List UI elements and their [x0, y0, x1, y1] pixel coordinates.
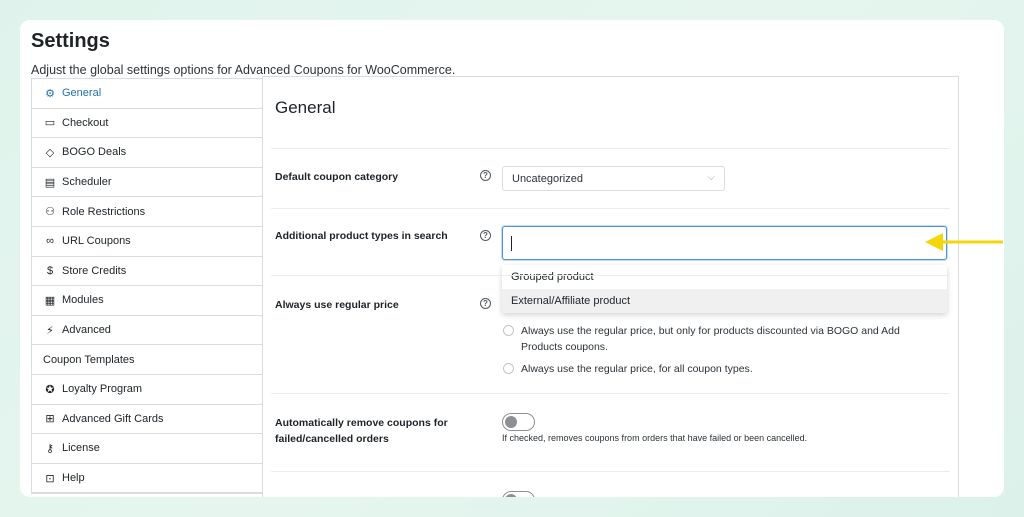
radio-button[interactable] — [503, 325, 514, 336]
sidebar-item-label: Modules — [62, 294, 104, 307]
settings-sidebar: ⚙ General ▭ Checkout ◇ BOGO Deals ▤ Sche… — [31, 78, 263, 495]
sidebar-item-loyalty-program[interactable]: ✪ Loyalty Program — [32, 375, 262, 405]
default-coupon-category-label: Default coupon category — [275, 171, 399, 183]
always-use-regular-price-label: Always use regular price — [275, 299, 399, 311]
bolt-icon: ⚡ — [46, 324, 54, 337]
help-icon[interactable]: ? — [480, 230, 491, 241]
product-types-search-input[interactable] — [502, 226, 947, 260]
section-title: General — [275, 98, 336, 117]
coin-icon: $ — [46, 264, 54, 277]
gift-icon: ⊞ — [45, 413, 55, 426]
auto-remove-toggle[interactable] — [502, 413, 535, 431]
sidebar-item-label: Advanced Gift Cards — [62, 412, 164, 425]
divider — [271, 208, 950, 209]
settings-card: Settings Adjust the global settings opti… — [20, 20, 1004, 497]
additional-product-types-label: Additional product types in search — [275, 230, 448, 242]
sidebar-item-label: License — [62, 442, 100, 455]
help-icon[interactable]: ? — [480, 170, 491, 181]
dropdown-option[interactable]: External/Affiliate product — [502, 289, 947, 313]
user-icon: ⚇ — [45, 206, 55, 219]
sidebar-item-general[interactable]: ⚙ General — [32, 79, 262, 109]
sidebar-item-label: Loyalty Program — [62, 383, 143, 396]
sidebar-item-label: BOGO Deals — [62, 146, 127, 159]
sidebar-item-store-credits[interactable]: $ Store Credits — [32, 257, 262, 287]
card-icon: ▭ — [44, 117, 56, 130]
help-icon[interactable]: ? — [480, 298, 491, 309]
sidebar-item-advanced-gift-cards[interactable]: ⊞ Advanced Gift Cards — [32, 405, 262, 435]
next-setting-toggle[interactable] — [502, 491, 535, 497]
sidebar-item-checkout[interactable]: ▭ Checkout — [32, 109, 262, 139]
arrow-pointer-icon — [925, 233, 1003, 251]
divider — [271, 471, 950, 472]
modules-icon: ▦ — [44, 294, 56, 307]
sidebar-item-url-coupons[interactable]: ∞ URL Coupons — [32, 227, 262, 257]
sidebar-item-advanced[interactable]: ⚡ Advanced — [32, 316, 262, 346]
toggle-knob — [505, 416, 517, 428]
sidebar-item-modules[interactable]: ▦ Modules — [32, 286, 262, 316]
sidebar-item-coupon-templates[interactable]: Coupon Templates — [32, 345, 262, 375]
settings-panel: General Default coupon category ? Uncate… — [262, 76, 959, 497]
sidebar-item-role-restrictions[interactable]: ⚇ Role Restrictions — [32, 197, 262, 227]
product-types-dropdown: Grouped product External/Affiliate produ… — [502, 265, 947, 313]
link-icon: ∞ — [46, 235, 54, 248]
radio-button[interactable] — [503, 363, 514, 374]
sidebar-item-license[interactable]: ⚷ License — [32, 434, 262, 464]
divider — [271, 275, 950, 276]
auto-remove-description: If checked, removes coupons from orders … — [502, 433, 808, 443]
sidebar-item-label: URL Coupons — [62, 235, 131, 248]
sidebar-item-help[interactable]: ⊡ Help — [32, 464, 262, 494]
auto-remove-coupons-label: Automatically remove coupons for failed/… — [275, 417, 448, 445]
sidebar-item-scheduler[interactable]: ▤ Scheduler — [32, 168, 262, 198]
sidebar-item-label: Scheduler — [62, 176, 112, 189]
award-icon: ✪ — [45, 383, 55, 396]
regular-price-option[interactable]: Always use the regular price, but only f… — [503, 323, 923, 355]
divider — [271, 148, 950, 149]
sidebar-item-label: Coupon Templates — [43, 353, 135, 366]
radio-label: Always use the regular price, for all co… — [521, 363, 753, 375]
default-coupon-category-select[interactable]: Uncategorized ⌵ — [502, 166, 725, 191]
divider — [271, 393, 950, 394]
key-icon: ⚷ — [45, 442, 55, 455]
chevron-down-icon: ⌵ — [707, 172, 715, 183]
text-cursor — [511, 235, 512, 251]
radio-label: Always use the regular price, but only f… — [521, 325, 900, 353]
sidebar-item-label: Store Credits — [62, 264, 127, 277]
dropdown-option[interactable]: Grouped product — [502, 265, 947, 289]
tag-icon: ◇ — [45, 146, 55, 159]
sidebar-item-label: Checkout — [62, 116, 109, 129]
page-description: Adjust the global settings options for A… — [31, 63, 456, 77]
gear-icon: ⚙ — [45, 87, 55, 100]
sidebar-item-label: Role Restrictions — [62, 205, 146, 218]
lifebuoy-icon: ⊡ — [45, 472, 55, 485]
page-title: Settings — [31, 30, 110, 52]
select-value: Uncategorized — [512, 172, 583, 185]
toggle-knob — [505, 494, 517, 497]
calendar-icon: ▤ — [44, 176, 56, 189]
sidebar-item-label: Help — [62, 472, 85, 485]
regular-price-option[interactable]: Always use the regular price, for all co… — [503, 361, 923, 377]
sidebar-item-bogo-deals[interactable]: ◇ BOGO Deals — [32, 138, 262, 168]
sidebar-item-label: General — [62, 87, 102, 100]
sidebar-item-label: Advanced — [62, 324, 111, 337]
